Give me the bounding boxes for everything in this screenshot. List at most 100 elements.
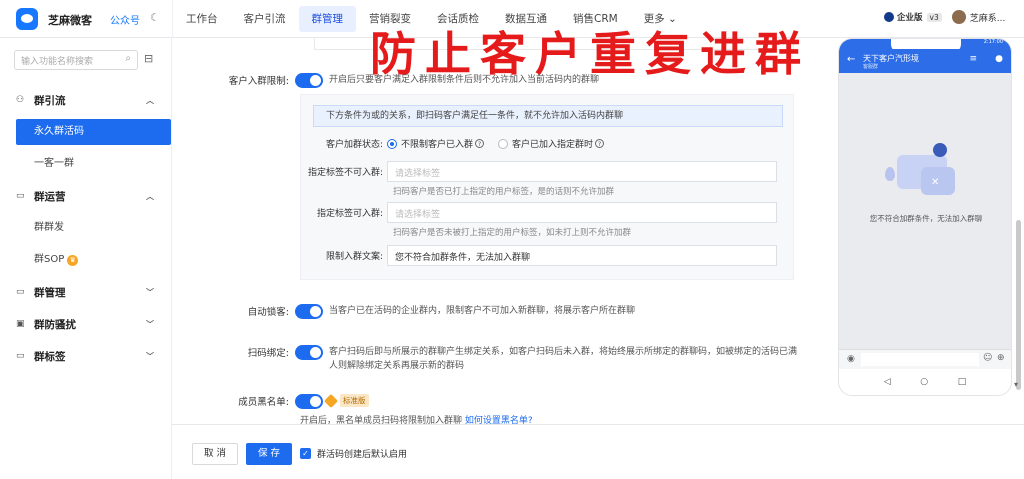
scan-bind-toggle[interactable] [295,345,323,360]
user-plus-icon: ⚇ [16,95,25,105]
app-logo-icon[interactable] [16,8,38,30]
join-limit-label: 客户入群限制: [228,76,289,87]
chevron-up-icon: ︿ [146,191,154,201]
help-icon[interactable]: ? [475,139,485,148]
scan-bind-desc: 客户扫码后即与所展示的群聊产生绑定关系，如客户扫码后未入群，将始终展示所绑定的群… [323,345,797,373]
menu-item-group-broadcast[interactable]: 群群发 [0,212,172,244]
chevron-up-icon: ︿ [146,95,154,105]
phone-limit-message: 您不符合加群条件，无法加入群聊 [869,214,983,223]
radio-joined-group-label: 客户已加入指定群时 [512,140,594,150]
menu-group-label: 群防骚扰 [34,318,76,331]
phone-text-field [861,353,979,366]
tag-block-row: 指定标签不可入群: 请选择标签 [301,161,777,182]
vip-icon: ♛ [67,255,79,266]
top-right: 企业版 v3 芝麻系... [884,10,1005,24]
phone-chat-body: ✕ 您不符合加群条件，无法加入群聊 [839,73,1011,349]
search-placeholder: 输入功能名称搜索 [21,57,94,67]
edition-badge[interactable]: 企业版 [884,11,923,23]
default-enable-checkbox[interactable]: ✓ [300,448,311,459]
limit-copy-row: 限制入群文案: 您不符合加群条件，无法加入群聊 [301,245,777,266]
tag-block-hint: 扫码客户是否已打上指定的用户标签，是的话则不允许加群 [393,187,615,197]
tag-allow-row: 指定标签可入群: 请选择标签 [301,202,777,223]
standard-edition-badge: 标准版 [323,393,369,408]
cancel-button[interactable]: 取 消 [192,443,239,465]
chat-icon: ▭ [16,287,25,297]
join-status-row: 客户加群状态: 不限制客户已入群 ? 客户已加入指定群时 ? [301,137,605,150]
menu-group-group-operation[interactable]: ▭ 群运营 ︿ [0,180,172,212]
plus-icon: ⊕ [997,353,1005,363]
tag-allow-select[interactable]: 请选择标签 [387,202,777,223]
menu-group-group-tags[interactable]: ▭ 群标签 ﹀ [0,340,172,372]
image-icon: ▣ [16,319,25,329]
chat-icon: ▭ [16,351,25,361]
search-input[interactable]: 输入功能名称搜索 ⌕ [14,50,138,70]
radio-joined-group[interactable] [498,138,509,149]
join-limit-panel: 下方条件为或的关系，即扫码客户满足任一条件，就不允许加入活码内群聊 客户加群状态… [300,94,794,280]
account-switch[interactable]: 公众号 [110,12,140,27]
condition-tip: 下方条件为或的关系，即扫码客户满足任一条件，就不允许加入活码内群聊 [313,105,783,127]
auto-dedupe-label: 自动锁客: [247,307,289,318]
menu-item-group-sop[interactable]: 群SOP ♛ [0,244,172,276]
search-icon[interactable]: ⌕ [125,53,131,64]
sidebar: 输入功能名称搜索 ⌕ ⊟ ⚇ 群引流 ︿ 永久群活码 一客一群 ▭ 群运营 ︿ … [0,38,172,479]
menu-group-label: 群运营 [34,190,66,203]
phone-chat-header: ← 天下客户汽形境 客服群 ≡ ● [839,49,1011,73]
chat-icon: ▭ [16,191,25,201]
scan-bind-desc-line1: 客户扫码后即与所展示的群聊产生绑定关系，如客户扫码后未入群，将始终展示所绑定的群… [329,347,798,357]
nav-recent-icon: □ [957,377,967,387]
blacklist-label: 成员黑名单: [238,397,289,408]
tag-allow-label: 指定标签可入群: [316,209,383,219]
moon-icon[interactable]: ☾ [150,11,160,24]
scrollbar[interactable] [1016,220,1021,390]
blacklist-desc-text: 开启后，黑名单成员扫码将限制加入群聊 [300,416,463,424]
user-name[interactable]: 芝麻系... [970,11,1006,24]
scroll-down-icon[interactable]: ▾ [1014,380,1018,389]
limit-copy-label: 限制入群文案: [325,252,383,262]
auto-dedupe-toggle[interactable] [295,304,323,319]
blacklist-toggle[interactable] [295,394,323,409]
tag-allow-hint: 扫码客户是否未被打上指定的用户标签，如未打上则不允许加群 [393,228,632,238]
blacklist-desc: 开启后，黑名单成员扫码将限制加入群聊 如何设置黑名单? [300,413,533,424]
edition-icon [884,12,894,22]
scan-bind-desc-line2: 人则解除绑定关系再展示新的群码 [329,361,465,371]
menu-item-one-customer-one-group[interactable]: 一客一群 [0,148,172,180]
save-button[interactable]: 保 存 [246,443,293,465]
chevron-down-icon: ﹀ [146,351,154,361]
nav-home-icon: ○ [920,377,929,387]
user-icon: ● [995,54,1003,64]
chevron-down-icon: ﹀ [146,287,154,297]
menu-group-anti-harassment[interactable]: ▣ 群防骚扰 ﹀ [0,308,172,340]
menu-item-label: 群SOP [34,254,65,265]
tab-customer-acquisition[interactable]: 客户引流 [231,0,299,38]
auto-dedupe-desc: 当客户已在活码的企业群内，限制客户不可加入新群聊，将展示客户所在群聊 [329,306,636,316]
join-status-label: 客户加群状态: [325,140,383,150]
menu-group-group-acquisition[interactable]: ⚇ 群引流 ︿ [0,84,172,116]
blacklist-help-link[interactable]: 如何设置黑名单? [465,416,533,424]
diamond-icon [323,393,339,408]
menu-group-label: 群引流 [34,94,66,107]
sidebar-layout-icon[interactable]: ⊟ [144,52,153,65]
limit-copy-input[interactable]: 您不符合加群条件，无法加入群聊 [387,245,777,266]
radio-no-limit[interactable] [387,138,397,149]
join-limit-toggle[interactable] [295,73,323,88]
menu-item-permanent-group-code[interactable]: 永久群活码 [16,119,171,145]
phone-chat-subtitle: 客服群 [863,64,879,70]
tag-block-select[interactable]: 请选择标签 [387,161,777,182]
default-enable-label: 群活码创建后默认启用 [317,450,408,460]
tab-workbench[interactable]: 工作台 [173,0,231,38]
back-arrow-icon: ← [847,54,856,65]
menu-group-label: 群标签 [34,350,66,363]
menu-group-group-management[interactable]: ▭ 群管理 ﹀ [0,276,172,308]
chevron-down-icon: ﹀ [146,319,154,329]
nav-back-icon: ◁ [883,377,891,387]
radio-no-limit-label: 不限制客户已入群 [401,140,474,150]
emoji-icon: ☺ [983,353,993,363]
menu-group-label: 群管理 [34,286,66,299]
voice-icon: ◉ [847,354,855,364]
standard-edition-label: 标准版 [340,394,369,407]
tag-block-label: 指定标签不可入群: [307,168,383,178]
overlay-headline: 防止客户重复进群 [370,27,810,81]
avatar[interactable] [951,10,966,24]
help-icon[interactable]: ? [595,139,605,148]
tab-group-management[interactable]: 群管理 [298,6,356,32]
